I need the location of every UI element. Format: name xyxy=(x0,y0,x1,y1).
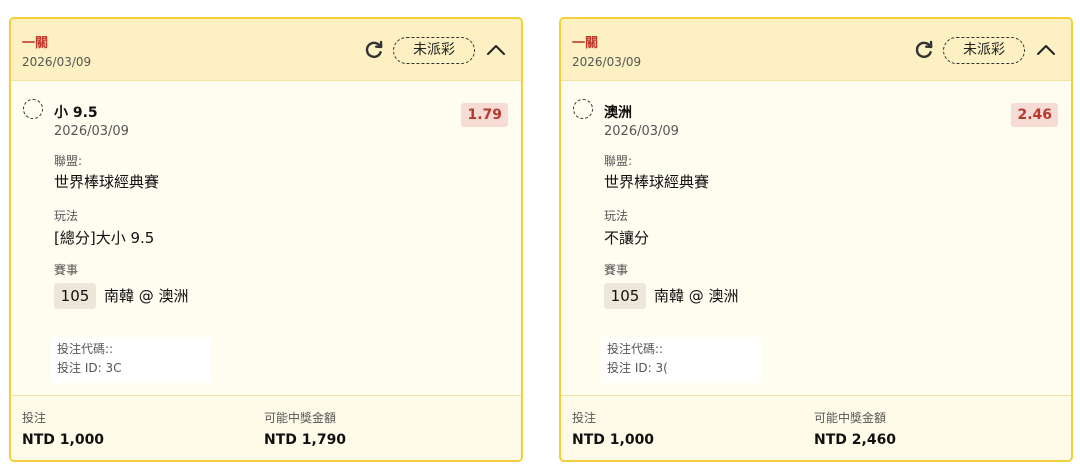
settlement-status-badge: 未派彩 xyxy=(393,37,475,64)
play-value: [總分]大小 9.5 xyxy=(54,229,155,247)
bet-code-label: 投注代碼:: xyxy=(607,342,664,356)
stake-value: NTD 1,000 xyxy=(572,432,655,448)
event-label: 賽事 xyxy=(604,263,629,277)
selection-radio-icon[interactable] xyxy=(23,99,43,119)
selection-date: 2026/03/09 xyxy=(54,124,129,139)
bet-type-label: 一關 xyxy=(22,36,49,51)
potential-win-label: 可能中獎金額 xyxy=(814,411,887,425)
selection-radio-icon[interactable] xyxy=(573,99,593,119)
bet-date: 2026/03/09 xyxy=(572,55,642,69)
bet-slip-card: 一關 2026/03/09 未派彩 小 9.5 2026/03/09 1.79 … xyxy=(9,17,523,462)
potential-win-value: NTD 1,790 xyxy=(264,432,347,448)
odds-badge: 2.46 xyxy=(1011,103,1058,127)
chevron-up-icon[interactable] xyxy=(485,40,507,60)
selection-name: 澳洲 xyxy=(604,105,632,121)
refresh-icon[interactable] xyxy=(913,39,935,61)
bet-date: 2026/03/09 xyxy=(22,55,92,69)
potential-win-label: 可能中獎金額 xyxy=(264,411,337,425)
bet-code-box: 投注代碼:: 投注 ID: 3C xyxy=(51,337,211,383)
bet-code-box: 投注代碼:: 投注 ID: 3( xyxy=(601,337,761,383)
league-value: 世界棒球經典賽 xyxy=(54,173,160,191)
league-value: 世界棒球經典賽 xyxy=(604,173,710,191)
event-teams: 南韓 @ 澳洲 xyxy=(654,287,739,305)
bet-slip-card: 一關 2026/03/09 未派彩 澳洲 2026/03/09 2.46 聯盟:… xyxy=(559,17,1073,462)
selection-name: 小 9.5 xyxy=(54,105,98,121)
stake-label: 投注 xyxy=(572,411,597,425)
play-label: 玩法 xyxy=(604,209,629,223)
settlement-status-badge: 未派彩 xyxy=(943,37,1025,64)
event-label: 賽事 xyxy=(54,263,79,277)
card-footer: 投注 NTD 1,000 可能中獎金額 NTD 2,460 xyxy=(561,395,1071,460)
stake-value: NTD 1,000 xyxy=(22,432,105,448)
stake-label: 投注 xyxy=(22,411,47,425)
league-label: 聯盟: xyxy=(54,154,83,168)
event-number-badge: 105 xyxy=(604,283,646,309)
bet-code-label: 投注代碼:: xyxy=(57,342,114,356)
chevron-up-icon[interactable] xyxy=(1035,40,1057,60)
card-footer: 投注 NTD 1,000 可能中獎金額 NTD 1,790 xyxy=(11,395,521,460)
bet-id-label: 投注 ID: 3C xyxy=(57,361,122,375)
odds-badge: 1.79 xyxy=(461,103,508,127)
selection-date: 2026/03/09 xyxy=(604,124,679,139)
play-label: 玩法 xyxy=(54,209,79,223)
event-number-badge: 105 xyxy=(54,283,96,309)
event-teams: 南韓 @ 澳洲 xyxy=(104,287,189,305)
league-label: 聯盟: xyxy=(604,154,633,168)
play-value: 不讓分 xyxy=(604,229,650,247)
refresh-icon[interactable] xyxy=(363,39,385,61)
bet-type-label: 一關 xyxy=(572,36,599,51)
card-header[interactable]: 一關 2026/03/09 未派彩 xyxy=(561,19,1071,81)
card-header[interactable]: 一關 2026/03/09 未派彩 xyxy=(11,19,521,81)
bet-id-label: 投注 ID: 3( xyxy=(607,361,668,375)
potential-win-value: NTD 2,460 xyxy=(814,432,897,448)
